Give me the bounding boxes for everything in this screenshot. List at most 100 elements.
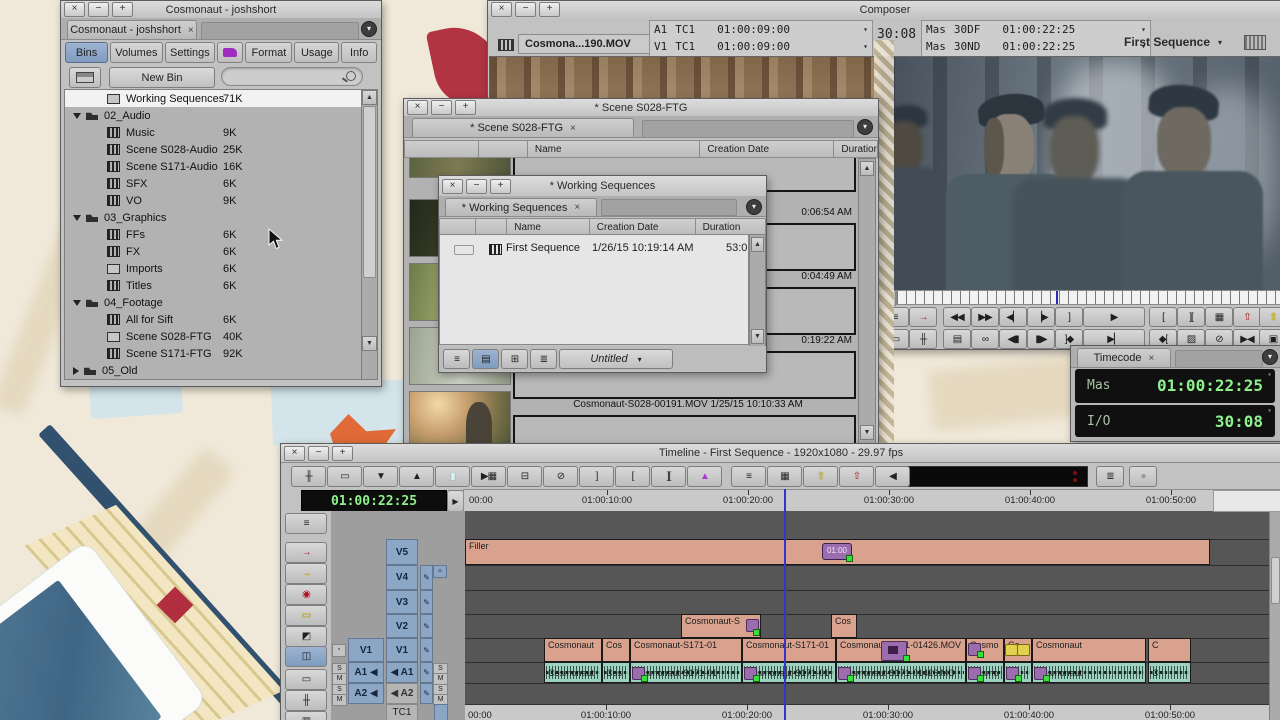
add-edit-icon[interactable]: ▮ <box>435 466 470 487</box>
video-clip[interactable]: Co <box>1004 638 1032 662</box>
chevron-down-icon[interactable] <box>73 214 81 221</box>
scene-bin-titlebar[interactable]: × − + * Scene S028-FTG <box>404 99 878 117</box>
step-forward-icon[interactable]: ▕▶ <box>1027 307 1055 327</box>
timeline-titlebar[interactable]: × − + Timeline - First Sequence - 1920x1… <box>281 444 1280 463</box>
video-clip[interactable]: Cosmonaut-S171-01 <box>630 638 742 662</box>
monitor-icon[interactable]: ▫ <box>433 565 447 578</box>
record-track-toggle[interactable]: ▫ <box>332 644 346 657</box>
tab-project[interactable]: Cosmonaut - joshshort × <box>67 20 197 39</box>
audio-clip[interactable]: C <box>1148 662 1191 683</box>
record-timecode-block[interactable]: Mas 30DF 01:00:22:25 ▾ Mas 30ND 01:00:22:25 ▾ <box>921 20 1151 57</box>
zoom-icon[interactable]: + <box>490 178 511 194</box>
timecode-line[interactable]: Mas 30ND 01:00:22:25 ▾ <box>922 38 1150 55</box>
segment-splice-icon[interactable]: → <box>285 563 327 584</box>
tab-scene-bin[interactable]: * Scene S028-FTG × <box>412 118 634 137</box>
scroll-thumb[interactable] <box>363 106 376 278</box>
source-clip-menu[interactable]: Cosmona...190.MOV ▾ <box>518 34 664 54</box>
track-lane-v4[interactable] <box>465 565 1269 591</box>
bin-list-scrollbar[interactable]: ▲ ▼ <box>361 89 378 380</box>
effect-mode-icon[interactable]: ╫ <box>909 329 937 349</box>
sequence-row[interactable]: First Sequence 1/26/15 10:19:14 AM 53:0 <box>440 235 748 259</box>
mark-out-icon[interactable]: ] <box>579 466 614 487</box>
script-view-icon[interactable]: ≣ <box>530 349 557 369</box>
bin-item-row[interactable]: Scene S028-FTG 40K <box>65 328 361 345</box>
record-lamp-icon[interactable]: ● <box>1129 466 1157 487</box>
tab-usage[interactable]: Usage <box>294 42 340 63</box>
splice-arrow-icon[interactable]: → <box>909 307 937 327</box>
tab-menu-icon[interactable]: ▾ <box>857 119 873 135</box>
mark-out-icon[interactable]: ] <box>1055 307 1083 327</box>
bin-item-row[interactable]: All for Sift 6K <box>65 311 361 328</box>
scroll-down-icon[interactable]: ▼ <box>860 425 874 440</box>
video-clip[interactable]: Cos <box>602 638 630 662</box>
bin-item-row[interactable]: FX 6K <box>65 243 361 260</box>
scroll-up-icon[interactable]: ▲ <box>860 161 874 176</box>
track-lock-cell[interactable]: ✎ <box>420 638 433 662</box>
scroll-up-icon[interactable]: ▲ <box>751 237 764 252</box>
zoom-icon[interactable]: + <box>539 2 560 17</box>
overwrite-icon[interactable]: ⇧ <box>1259 307 1280 327</box>
audio-clip[interactable]: Cosmonaut <box>1032 662 1146 683</box>
search-input[interactable] <box>221 67 363 86</box>
bin-item-row[interactable]: SFX 6K <box>65 175 361 192</box>
track-list-icon[interactable]: ≣ <box>1096 466 1124 487</box>
ruler-scroll-corner[interactable] <box>1213 490 1280 512</box>
scroll-thumb[interactable] <box>1271 557 1280 604</box>
tc-track-cell[interactable] <box>434 704 448 720</box>
prev-edit-icon[interactable]: ◀▮ <box>999 329 1027 349</box>
chevron-down-icon[interactable]: ▾ <box>863 25 868 34</box>
minimize-icon[interactable]: − <box>308 445 329 461</box>
video-clip[interactable]: C <box>1148 638 1191 662</box>
io-timecode-row[interactable]: I/O 30:08 ▾ <box>1075 405 1275 437</box>
video-clip[interactable]: Cos <box>831 614 857 638</box>
motion-effect-icon[interactable]: ◩ <box>285 626 327 647</box>
tab-settings[interactable]: Settings <box>164 42 216 63</box>
chevron-down-icon[interactable] <box>73 112 81 119</box>
minimize-icon[interactable]: − <box>88 2 109 17</box>
timecode-line[interactable]: Mas 30DF 01:00:22:25 ▾ <box>922 21 1150 38</box>
locator-marker[interactable]: 01:00 <box>822 543 853 562</box>
position-bar[interactable] <box>896 290 1280 305</box>
splice-in-icon[interactable]: ⇧ <box>839 466 874 487</box>
tab-timecode[interactable]: Timecode × <box>1077 348 1171 367</box>
expand-tracks-icon[interactable]: ▲ <box>399 466 434 487</box>
new-bin-button[interactable]: New Bin <box>109 67 215 88</box>
tab-volumes[interactable]: Volumes <box>110 42 163 63</box>
bin-item-row[interactable]: Scene S171-FTG 92K <box>65 345 361 362</box>
bin-folder-row[interactable]: 05_Old <box>65 362 361 379</box>
minimize-icon[interactable]: − <box>431 100 452 115</box>
ws-titlebar[interactable]: × − + * Working Sequences <box>439 176 766 197</box>
bin-item-row[interactable]: Scene S171-Audio 16K <box>65 158 361 175</box>
track-lane-a2[interactable] <box>465 683 1269 705</box>
track-lane-v3[interactable] <box>465 590 1269 615</box>
mark-clip-icon[interactable]: ][ <box>651 466 686 487</box>
filmstrip-icon[interactable]: ▦ <box>767 466 802 487</box>
rewind-icon[interactable]: ◀◀ <box>943 307 971 327</box>
track-lock-cell[interactable]: ✎ <box>420 662 433 683</box>
bin-item-row[interactable]: Scene S028-Audio 25K <box>65 141 361 158</box>
close-icon[interactable]: × <box>284 445 305 461</box>
timecode-line[interactable]: A1 TC1 01:00:09:00 ▾ <box>650 21 872 38</box>
clip-name-line[interactable]: Cosmonaut-S028-00191.MOV 1/25/15 10:10:3… <box>524 399 852 410</box>
mark-in-icon[interactable]: [ <box>1149 307 1177 327</box>
lift-overwrite-icon[interactable]: ⇧ <box>803 466 838 487</box>
tab-menu-icon[interactable]: ▾ <box>1262 349 1278 365</box>
column-header-duration[interactable]: Duration <box>834 140 878 158</box>
audio-clip[interactable]: Cosmonaut-S171-01426.MO <box>836 662 966 683</box>
close-icon[interactable]: × <box>574 202 580 213</box>
timeline-fast-menu-icon[interactable]: ≡ <box>731 466 766 487</box>
clip-thumbnail[interactable] <box>409 391 511 445</box>
timeline-bottom-ruler[interactable]: 00:00 01:00:10:00 01:00:20:00 01:00:30:00 01… <box>465 704 1269 720</box>
mute-button[interactable]: M <box>332 694 347 706</box>
segment-box-icon[interactable]: ▭ <box>327 466 362 487</box>
close-icon[interactable]: × <box>1149 353 1155 364</box>
bin-view-icon[interactable]: ▤ <box>943 329 971 349</box>
close-icon[interactable]: × <box>491 2 512 17</box>
minimize-icon[interactable]: − <box>515 2 536 17</box>
mark-clip-icon[interactable]: ][ <box>1177 307 1205 327</box>
column-header-blank[interactable] <box>404 140 479 158</box>
bin-item-row[interactable]: Working Sequences 71K <box>65 90 361 107</box>
zoom-icon[interactable]: + <box>332 445 353 461</box>
close-icon[interactable]: × <box>570 123 576 134</box>
fast-forward-icon[interactable]: ▶▶ <box>971 307 999 327</box>
